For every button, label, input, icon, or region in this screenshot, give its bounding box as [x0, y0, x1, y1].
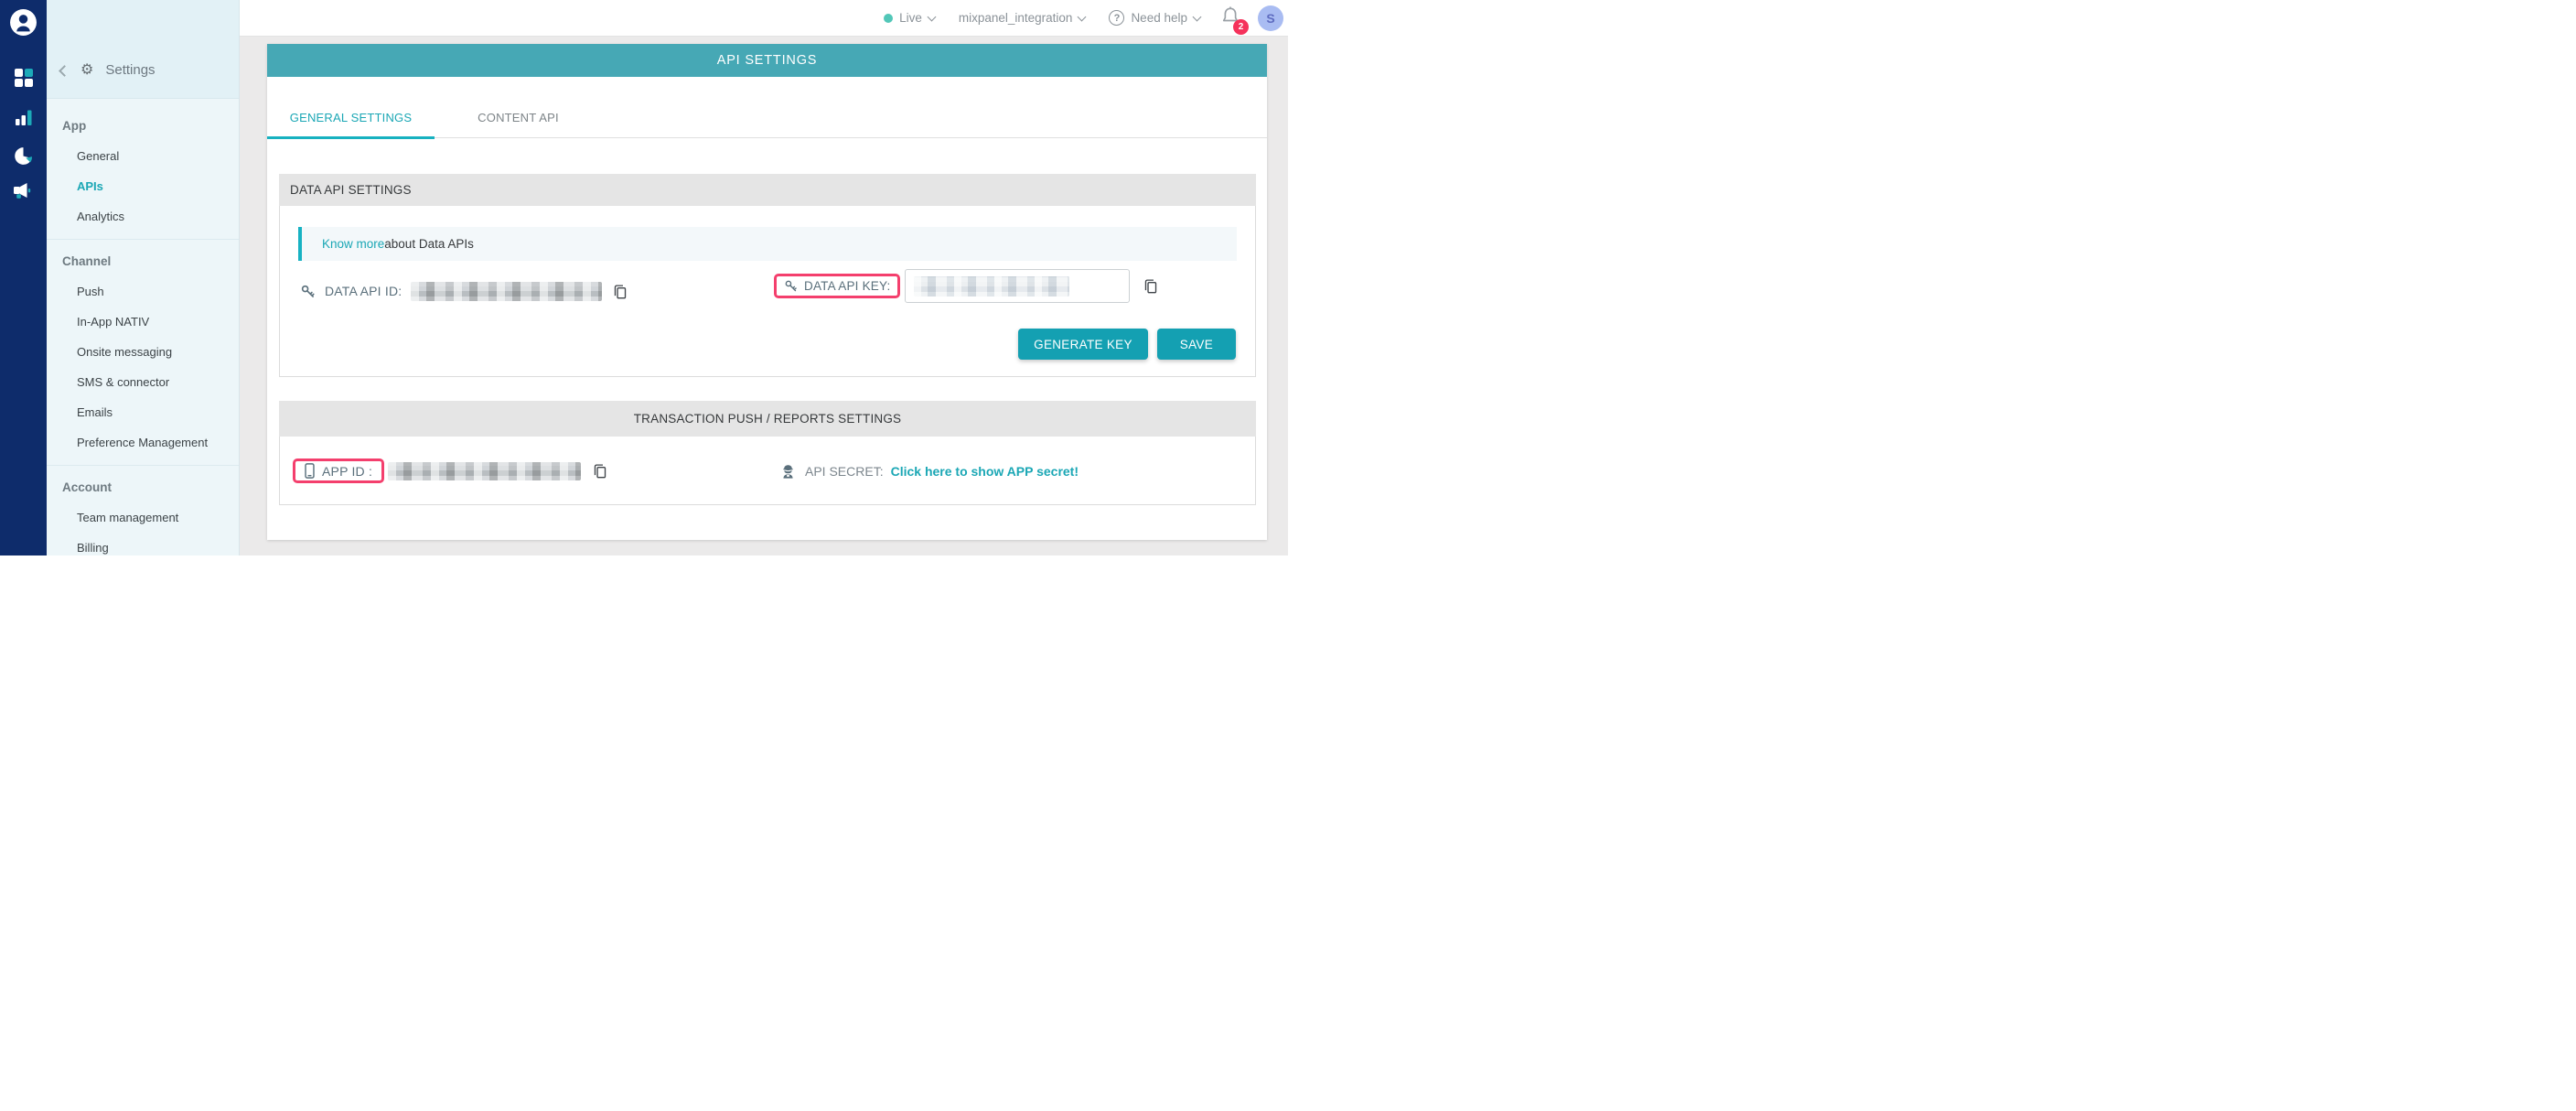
sidebar-back-row[interactable]: ⚙ Settings	[60, 62, 156, 78]
settings-sidebar: ⚙ Settings App General APIs Analytics Ch…	[47, 0, 240, 556]
copy-icon	[1143, 278, 1158, 294]
data-api-key-input[interactable]	[905, 269, 1130, 303]
api-settings-card: API SETTINGS GENERAL SETTINGS CONTENT AP…	[267, 44, 1267, 540]
brand-logo-icon[interactable]	[0, 8, 47, 37]
sidebar-section-account: Account	[47, 473, 239, 502]
user-avatar[interactable]: S	[1258, 5, 1283, 31]
help-menu[interactable]: ? Need help	[1109, 10, 1200, 26]
sidebar-item-team-management[interactable]: Team management	[47, 502, 239, 533]
copy-app-id-button[interactable]	[593, 463, 607, 479]
live-status-dot	[884, 14, 893, 23]
sidebar-item-inapp-nativ[interactable]: In-App NATIV	[47, 307, 239, 337]
save-button[interactable]: SAVE	[1157, 329, 1236, 360]
spy-icon	[781, 464, 795, 479]
tab-content-api[interactable]: CONTENT API	[435, 111, 602, 137]
tab-general-settings[interactable]: GENERAL SETTINGS	[267, 111, 435, 137]
app-window: ⚙ Settings App General APIs Analytics Ch…	[0, 0, 1288, 556]
bar-chart-icon[interactable]	[0, 109, 47, 126]
api-secret-label: API SECRET:	[805, 464, 884, 479]
section-title: TRANSACTION PUSH / REPORTS SETTINGS	[279, 401, 1256, 437]
data-api-settings-section: DATA API SETTINGS Know more about Data A…	[279, 174, 1256, 377]
help-label: Need help	[1131, 11, 1187, 25]
data-api-id-label: DATA API ID:	[325, 284, 402, 298]
sidebar-item-emails[interactable]: Emails	[47, 397, 239, 427]
mobile-phone-icon	[305, 463, 315, 479]
notifications-button[interactable]: 2	[1221, 5, 1240, 31]
sidebar-item-push[interactable]: Push	[47, 276, 239, 307]
sidebar-nav: App General APIs Analytics Channel Push …	[47, 99, 239, 556]
data-api-key-label: DATA API KEY:	[804, 279, 890, 293]
sidebar-divider	[47, 239, 239, 240]
chevron-down-icon	[1078, 12, 1087, 21]
copy-icon	[593, 463, 607, 479]
key-icon	[300, 284, 316, 299]
show-app-secret-link[interactable]: Click here to show APP secret!	[891, 464, 1079, 479]
back-chevron-icon[interactable]	[59, 65, 70, 77]
app-id-value-redacted	[388, 462, 581, 480]
data-api-settings-body: Know more about Data APIs DATA API ID:	[279, 206, 1256, 377]
copy-data-api-id-button[interactable]	[613, 284, 628, 299]
copy-data-api-key-button[interactable]	[1143, 278, 1158, 294]
section-title: DATA API SETTINGS	[279, 174, 1256, 206]
transaction-reports-body: APP ID :	[279, 437, 1256, 505]
megaphone-icon[interactable]	[0, 181, 47, 200]
sidebar-item-general[interactable]: General	[47, 141, 239, 171]
question-mark-icon: ?	[1109, 10, 1124, 26]
data-api-key-value-redacted	[914, 276, 1069, 297]
copy-icon	[613, 284, 628, 299]
know-more-text: about Data APIs	[384, 237, 474, 251]
sidebar-item-billing[interactable]: Billing	[47, 533, 239, 556]
sidebar-item-onsite-messaging[interactable]: Onsite messaging	[47, 337, 239, 367]
sidebar-section-channel: Channel	[47, 247, 239, 276]
pie-chart-icon[interactable]	[0, 146, 47, 167]
topbar: Live mixpanel_integration ? Need help 2 …	[240, 0, 1288, 37]
data-api-key-group: DATA API KEY:	[774, 269, 1158, 303]
data-api-actions: GENERATE KEY SAVE	[1018, 329, 1236, 360]
app-id-row: APP ID :	[293, 457, 607, 485]
app-id-highlight: APP ID :	[293, 458, 384, 483]
chevron-down-icon	[927, 12, 936, 21]
data-api-key-highlight: DATA API KEY:	[774, 274, 900, 298]
page-title: API SETTINGS	[267, 44, 1267, 77]
sidebar-header: ⚙ Settings	[47, 0, 239, 99]
generate-key-button[interactable]: GENERATE KEY	[1018, 329, 1148, 360]
notification-badge: 2	[1233, 19, 1249, 35]
sidebar-item-sms-connector[interactable]: SMS & connector	[47, 367, 239, 397]
sidebar-title: Settings	[105, 62, 155, 78]
gear-icon: ⚙	[80, 63, 93, 78]
know-more-link[interactable]: Know more	[322, 237, 384, 251]
dashboard-grid-icon[interactable]	[0, 68, 47, 88]
app-id-label: APP ID :	[322, 464, 372, 479]
chevron-down-icon	[1193, 12, 1202, 21]
environment-switcher[interactable]: Live	[884, 11, 935, 25]
icon-rail	[0, 0, 47, 556]
key-icon	[784, 279, 798, 293]
project-label: mixpanel_integration	[959, 11, 1073, 25]
tab-bar: GENERAL SETTINGS CONTENT API	[267, 77, 1267, 138]
sidebar-section-app: App	[47, 112, 239, 141]
transaction-reports-section: TRANSACTION PUSH / REPORTS SETTINGS APP …	[279, 401, 1256, 505]
know-more-banner: Know more about Data APIs	[298, 227, 1237, 261]
api-secret-row: API SECRET: Click here to show APP secre…	[781, 460, 1079, 482]
sidebar-item-analytics[interactable]: Analytics	[47, 201, 239, 232]
data-api-id-row: DATA API ID:	[300, 280, 628, 302]
project-switcher[interactable]: mixpanel_integration	[959, 11, 1086, 25]
data-api-id-value-redacted	[411, 282, 602, 301]
live-label: Live	[899, 11, 922, 25]
sidebar-divider	[47, 465, 239, 466]
sidebar-item-apis[interactable]: APIs	[47, 171, 239, 201]
sidebar-item-preference-management[interactable]: Preference Management	[47, 427, 239, 458]
